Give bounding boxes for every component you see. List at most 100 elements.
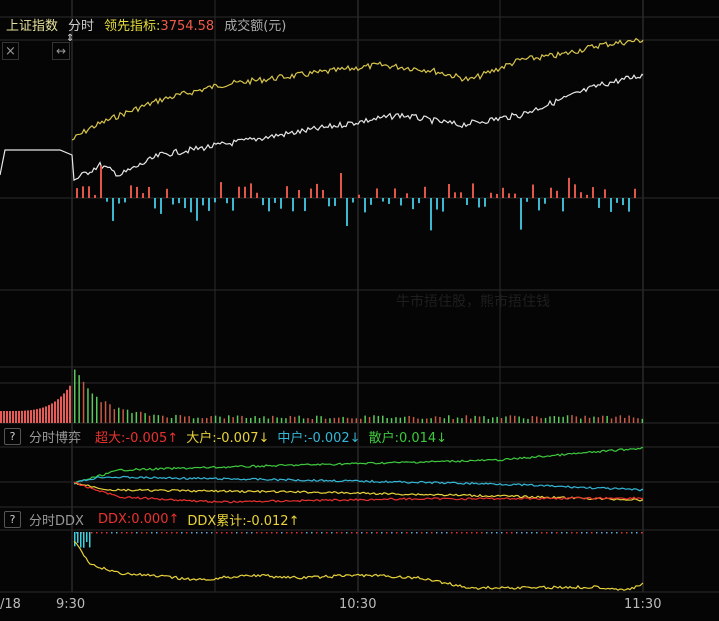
ddx-dot [611,532,613,534]
volume-bar [166,417,168,423]
help-button[interactable]: ? [4,428,21,445]
ddx-bar [77,532,79,543]
up-bar [358,194,360,198]
down-bar [172,198,174,205]
volume-bar [320,416,322,423]
down-bar [364,198,366,213]
volume-bar [439,416,441,423]
ddx-dot [211,532,213,534]
volume-bar [66,389,68,423]
volume-bar [311,418,314,423]
volume-bar [536,416,538,423]
up-bar [94,194,96,198]
down-bar [370,198,372,205]
up-bar [298,189,300,198]
ddx-dot [236,532,238,534]
legend-medium: 中户:-0.002↓ [277,431,361,446]
ddx-dot [331,532,333,534]
down-bar [478,198,480,208]
volume-bar [250,417,252,423]
volume-bar [6,410,8,423]
ddx-dot [146,532,148,534]
volume-bar [540,418,542,423]
ddx-dot [371,532,373,534]
volume-bar [342,416,344,423]
volume-bar [346,417,349,423]
ddx-dot [511,532,513,534]
volume-bar [580,418,582,423]
ddx-dot [536,532,538,534]
ddx-dot [306,532,308,534]
volume-label[interactable]: 成交额(元) [224,15,286,34]
volume-bar [18,410,20,423]
volume-bar [351,418,353,423]
ddx-dot [101,532,103,534]
panel-title[interactable]: 分时博弈 [29,427,81,446]
volume-bar [588,417,591,423]
down-bar [628,198,630,212]
ddx-dot [361,532,363,534]
legend-ddx-cumulative: DDX累计:-0.012↑ [187,514,300,529]
volume-bar [100,402,102,423]
down-bar [124,198,126,203]
ddx-bar [74,532,76,547]
volume-bar [470,418,472,423]
resize-handle-icon[interactable]: ⇕ [66,33,74,44]
ddx-dot [581,532,583,534]
mode-label[interactable]: 分时 [68,15,94,34]
volume-bar [45,406,47,423]
volume-bar [285,418,287,423]
volume-bar [522,418,525,423]
time-label: 9:30 [56,597,86,612]
down-bar [622,198,624,206]
volume-bar [373,415,375,423]
ddx-dot [136,532,138,534]
expand-icon[interactable]: ↔ [52,42,70,60]
up-bar [454,192,456,198]
ddx-dot [256,532,258,534]
volume-bar [12,410,14,423]
volume-bar [355,418,358,423]
volume-bar [509,415,512,423]
volume-bar [113,409,116,423]
volume-bar [87,388,89,423]
up-bar [424,186,426,198]
volume-bar [395,417,397,423]
volume-bar [518,416,520,423]
down-bar [232,198,234,211]
ddx-dot [436,532,438,534]
index-name[interactable]: 上证指数 [6,15,58,34]
volume-bar [241,415,243,423]
up-bar [502,187,504,198]
down-bar [526,198,528,202]
volume-bar [606,415,608,423]
ddx-dot [356,532,358,534]
up-bar [244,186,246,198]
legend-large: 大户:-0.007↓ [186,431,270,446]
up-bar [574,184,576,198]
ddx-dot [346,532,348,534]
ddx-dot [191,532,193,534]
ddx-dot [341,532,343,534]
ddx-dot [326,532,328,534]
down-bar [208,198,210,211]
volume-bar [131,413,133,423]
volume-bar [338,417,340,423]
ddx-dot [286,532,288,534]
volume-bar [368,416,371,423]
volume-bar [15,410,17,423]
ddx-dot [531,532,533,534]
close-icon[interactable]: × [2,42,19,60]
volume-bar [531,416,534,423]
panel-title[interactable]: 分时DDX [29,510,84,529]
down-bar [538,198,540,211]
up-bar [142,193,144,198]
ddx-dot [631,532,633,534]
ddx-dot [461,532,463,534]
volume-bar [474,415,476,423]
volume-bar [575,416,578,423]
volume-bar [505,416,507,423]
volume-bar [135,411,138,423]
ddx-dot [376,532,378,534]
help-button[interactable]: ? [4,511,21,528]
